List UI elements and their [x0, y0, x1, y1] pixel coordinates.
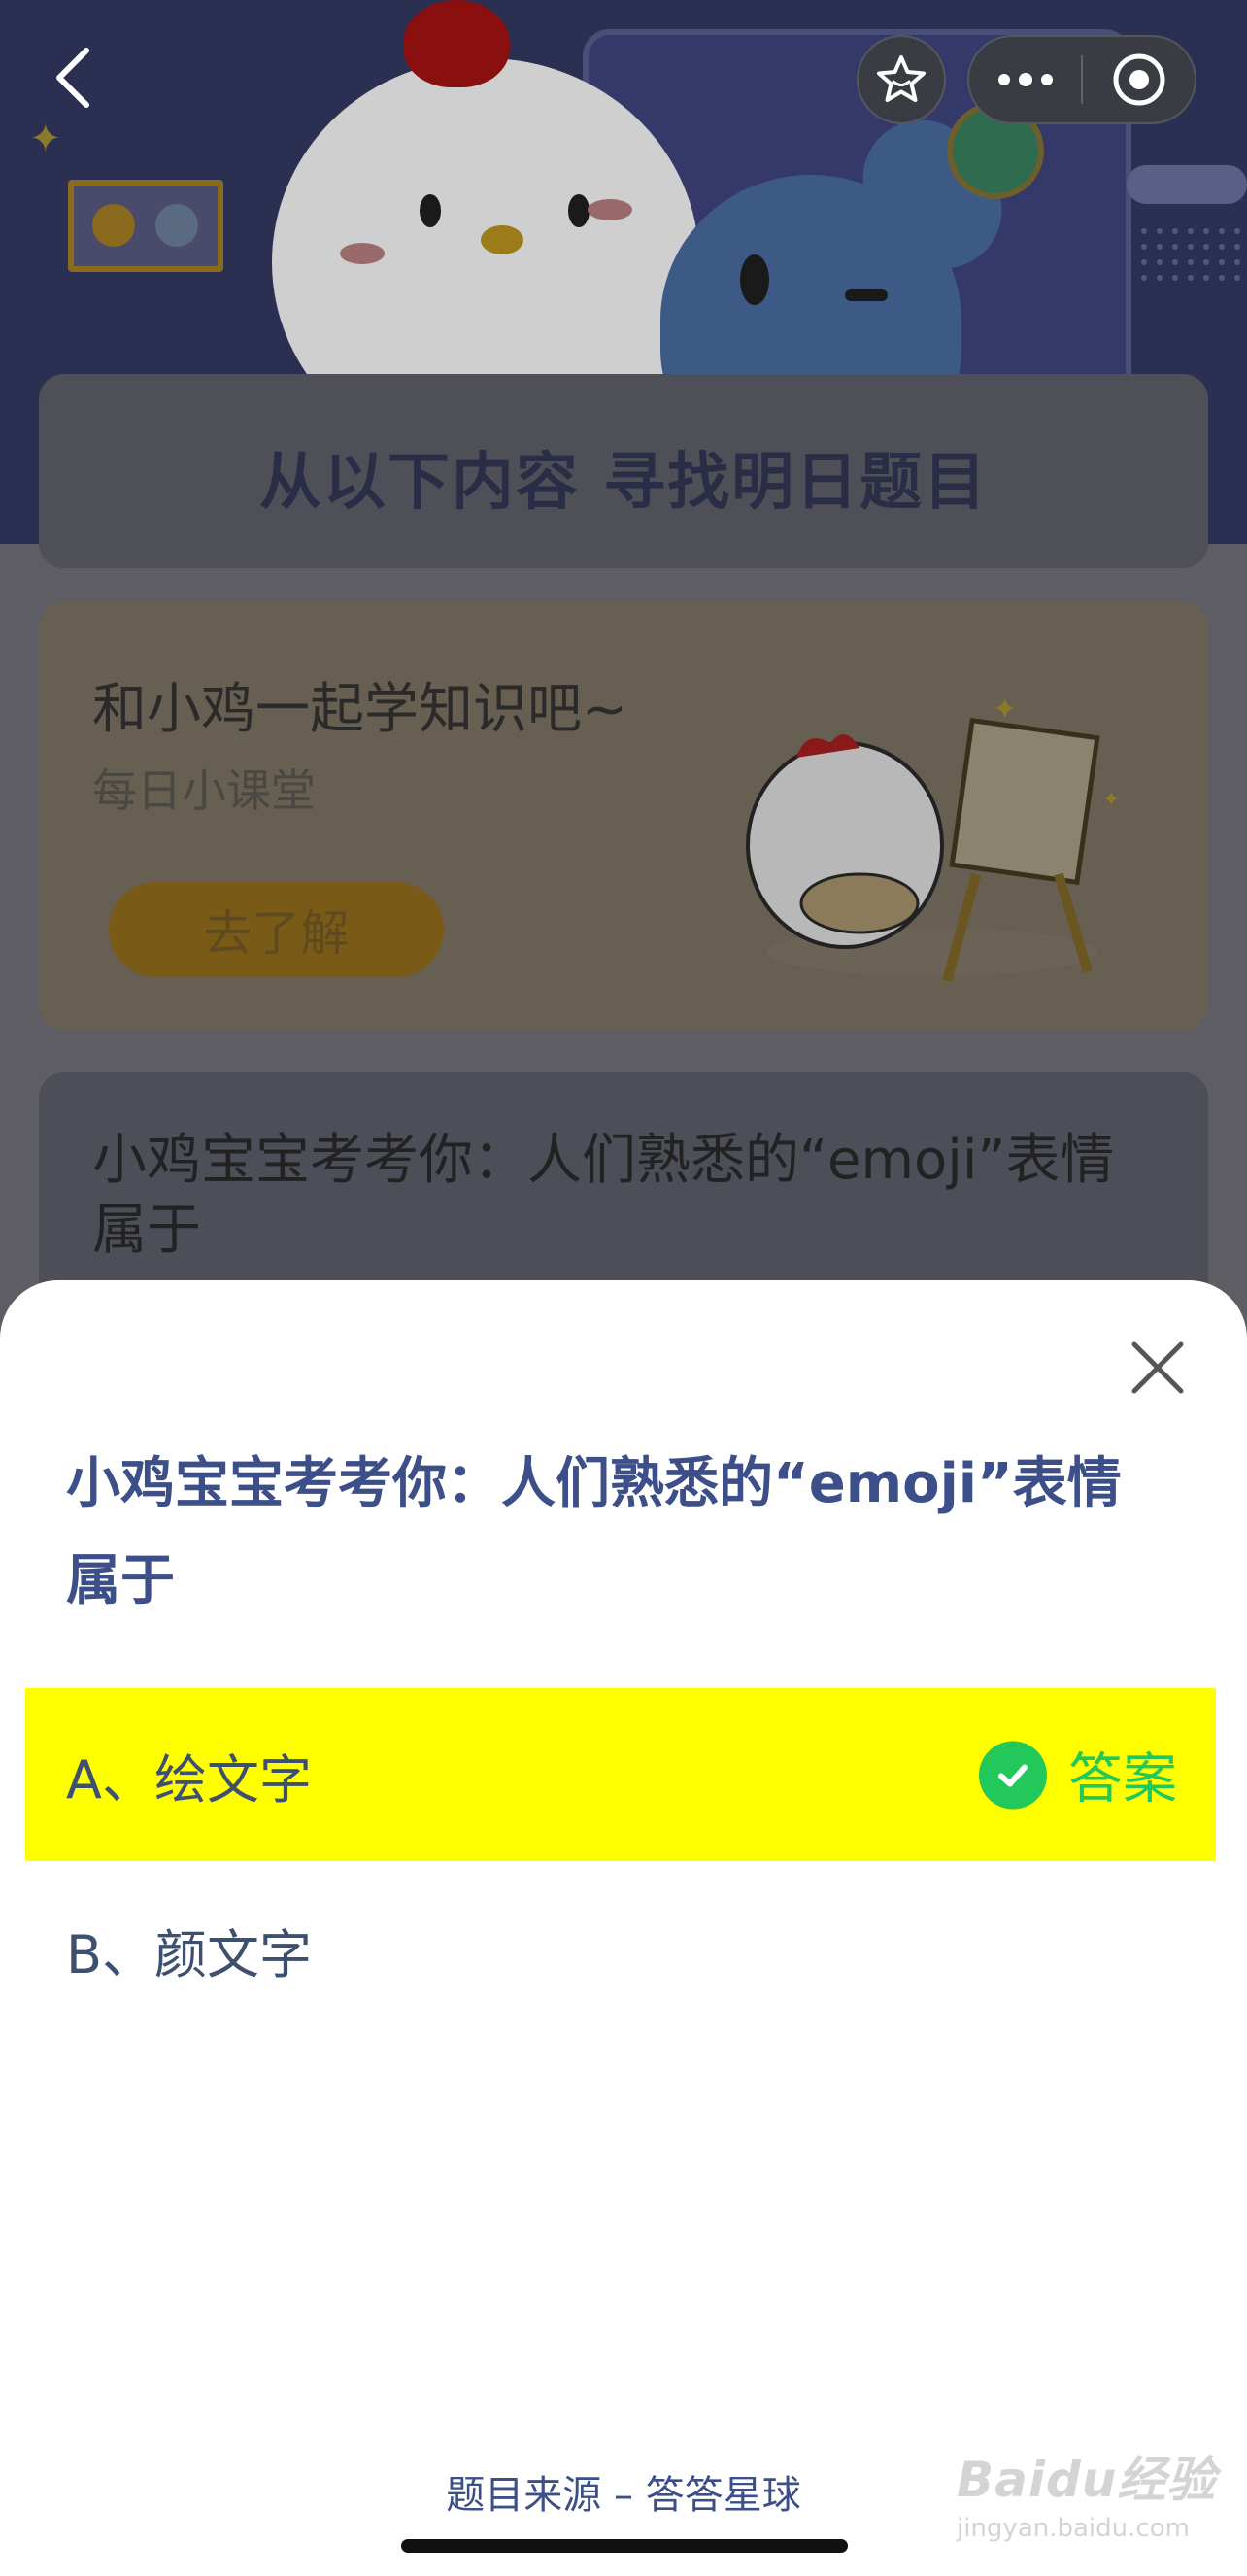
- close-button[interactable]: [1127, 1337, 1189, 1399]
- alien-eye: [740, 254, 769, 305]
- chick-comb: [403, 0, 510, 87]
- svg-text:✦: ✦: [993, 699, 1017, 727]
- medal-board: [68, 180, 223, 272]
- medal-icon: [155, 204, 198, 247]
- lesson-heading: 和小鸡一起学知识吧~: [92, 678, 627, 741]
- quiz-card-question: 小鸡宝宝考考你：人们熟悉的“emoji”表情属于: [92, 1129, 1115, 1262]
- medal-icon: [92, 204, 135, 247]
- answer-badge: 答案: [979, 1736, 1177, 1814]
- answer-sheet: 小鸡宝宝考考你：人们熟悉的“emoji”表情属于 A、绘文字 答案 B、颜文字 …: [0, 1280, 1247, 2576]
- learn-more-button[interactable]: 去了解: [109, 882, 444, 977]
- favorite-button[interactable]: [857, 35, 946, 124]
- hero-stripe: [1127, 165, 1247, 204]
- baidu-jingyan-watermark: Baidu经验: [957, 2452, 1217, 2508]
- home-indicator[interactable]: [401, 2539, 848, 2553]
- find-tomorrow-card: 从以下内容 寻找明日题目: [39, 374, 1208, 568]
- more-dots-icon: [997, 73, 1053, 86]
- mini-program-capsule: [967, 35, 1196, 124]
- painter-chick-illustration: ✦ ✦: [746, 699, 1120, 983]
- option-a[interactable]: A、绘文字 答案: [25, 1688, 1216, 1861]
- sparkle-icon: ✦: [29, 117, 62, 161]
- option-b[interactable]: B、颜文字: [25, 1863, 1216, 2036]
- close-icon: [1131, 1341, 1184, 1394]
- exit-button[interactable]: [1083, 37, 1195, 122]
- chick-beak: [481, 225, 523, 254]
- target-icon: [1113, 53, 1164, 106]
- find-card-title: 从以下内容 寻找明日题目: [258, 447, 989, 519]
- svg-text:✦: ✦: [1102, 788, 1120, 812]
- check-icon: [979, 1741, 1047, 1809]
- star-icon: [877, 55, 926, 102]
- option-b-label: B、颜文字: [66, 1923, 313, 1985]
- watermark-url: jingyan.baidu.com: [957, 2514, 1190, 2543]
- alien-wink: [845, 289, 888, 301]
- more-button[interactable]: [969, 37, 1081, 122]
- back-button[interactable]: [53, 47, 112, 111]
- chick-cheek: [340, 243, 385, 264]
- chick-cheek: [588, 199, 632, 220]
- lesson-subheading: 每日小课堂: [92, 764, 316, 817]
- chick-eye: [420, 194, 441, 227]
- sheet-question: 小鸡宝宝考考你：人们熟悉的“emoji”表情属于: [66, 1452, 1122, 1612]
- chick-eye: [568, 194, 590, 227]
- answer-label: 答案: [1068, 1747, 1177, 1812]
- hero-dots: [1136, 223, 1243, 282]
- option-a-label: A、绘文字: [66, 1748, 312, 1811]
- back-arrow-icon: [56, 48, 89, 108]
